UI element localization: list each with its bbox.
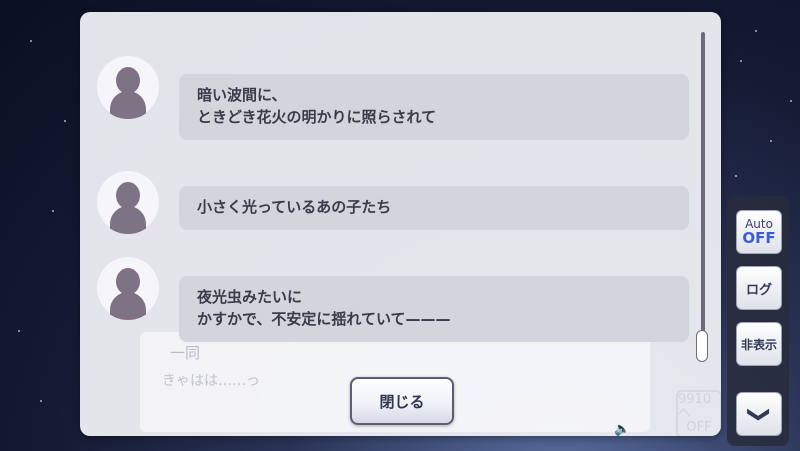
voice-speaker-icon: 🔈 bbox=[614, 422, 631, 436]
silhouette-head bbox=[116, 268, 140, 295]
silhouette-body bbox=[110, 292, 146, 320]
log-line: 夜光虫みたいに bbox=[197, 288, 303, 306]
log-text-bubble: 夜光虫みたいに かすかで、不安定に揺れていて——— bbox=[179, 276, 689, 342]
character-avatar bbox=[96, 170, 160, 234]
underlying-auto-indicator: 9910へ OFF bbox=[676, 390, 721, 436]
close-label: 閉じる bbox=[379, 392, 425, 411]
log-line: かすかで、不安定に揺れていて——— bbox=[197, 310, 451, 328]
underlying-speaker-name: 一同 bbox=[170, 344, 201, 362]
underlying-auto-bottom: OFF bbox=[686, 420, 712, 435]
silhouette-body bbox=[110, 91, 146, 119]
log-text-bubble: 暗い波間に、 ときどき花火の明かりに照らされて bbox=[179, 74, 689, 140]
backlog-dialog: 一同 きゃはは……っ 🔈 9910へ OFF 暗い波間に、 ときどき花火の明かり… bbox=[80, 12, 721, 436]
hide-ui-button[interactable]: 非表示 bbox=[736, 322, 782, 366]
underlying-dialogue-text: きゃはは……っ bbox=[162, 373, 260, 389]
side-menu: Auto OFF ログ 非表示 ❯ bbox=[727, 196, 789, 446]
menu-collapse-button[interactable]: ❯ bbox=[736, 392, 782, 436]
log-line: 暗い波間に、 bbox=[197, 86, 287, 104]
chevron-down-icon: ❯ bbox=[746, 404, 772, 424]
silhouette-head bbox=[116, 182, 140, 209]
character-avatar bbox=[96, 55, 160, 119]
hide-label: 非表示 bbox=[740, 337, 777, 352]
log-scrollbar-track[interactable] bbox=[701, 32, 705, 360]
silhouette-body bbox=[110, 206, 146, 234]
auto-toggle-button[interactable]: Auto OFF bbox=[736, 210, 782, 254]
log-line: 小さく光っているあの子たち bbox=[197, 198, 392, 216]
log-scrollbar-thumb[interactable] bbox=[696, 330, 708, 362]
close-button[interactable]: 閉じる bbox=[350, 377, 454, 425]
silhouette-head bbox=[116, 67, 140, 94]
log-text-bubble: 小さく光っているあの子たち bbox=[179, 186, 689, 230]
character-avatar bbox=[96, 256, 160, 320]
log-button[interactable]: ログ bbox=[736, 266, 782, 310]
auto-state: OFF bbox=[742, 229, 776, 247]
log-line: ときどき花火の明かりに照らされて bbox=[197, 108, 437, 126]
underlying-auto-top: 9910へ bbox=[678, 392, 712, 421]
log-label: ログ bbox=[745, 282, 772, 298]
